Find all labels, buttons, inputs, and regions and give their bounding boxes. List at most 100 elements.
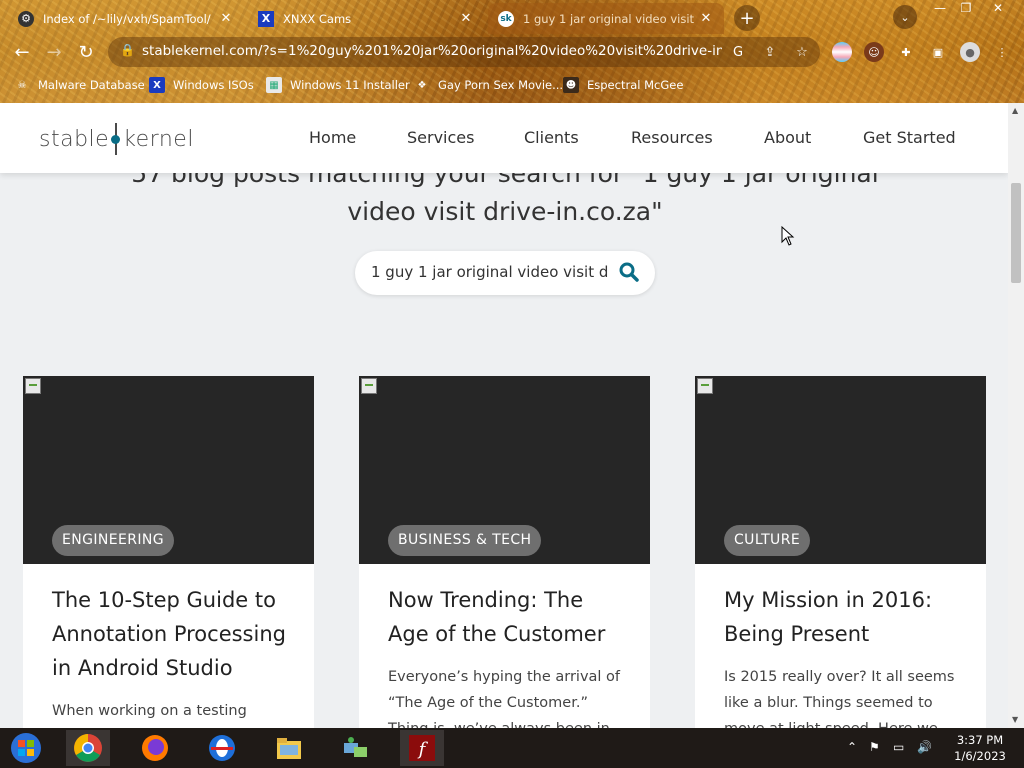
close-icon[interactable]: ✕ xyxy=(218,11,234,26)
skull-icon: ☠ xyxy=(17,79,27,91)
scrollbar-thumb[interactable] xyxy=(1011,183,1021,283)
arrow-right-icon: → xyxy=(46,41,62,63)
card-title[interactable]: My Mission in 2016: Being Present xyxy=(724,583,964,651)
search-input[interactable]: 1 guy 1 jar original video visit drive-i… xyxy=(371,263,609,281)
nav-about[interactable]: About xyxy=(764,128,811,147)
card-excerpt: When working on a testing library xyxy=(52,703,247,719)
card-title[interactable]: The 10-Step Guide to Annotation Processi… xyxy=(52,583,292,685)
tab-spamtool[interactable]: ⚙ Index of /~lily/vxh/SpamTool/ ✕ xyxy=(8,3,244,34)
card-title[interactable]: Now Trending: The Age of the Customer xyxy=(388,583,628,651)
nav-get-started[interactable]: Get Started xyxy=(863,128,956,147)
clock-date: 1/6/2023 xyxy=(954,749,1006,763)
close-window-button[interactable]: ✕ xyxy=(984,0,1012,18)
tab-title: 1 guy 1 jar original video visit drive-i… xyxy=(523,11,698,26)
star-icon[interactable]: ☆ xyxy=(792,42,812,62)
reload-icon: ↻ xyxy=(78,41,94,63)
card-excerpt: Everyone’s hyping the arrival of “The Ag… xyxy=(388,669,621,728)
bookmark-windows-isos[interactable]: X Windows ISOs xyxy=(149,76,254,94)
avatar-icon: ☻ xyxy=(563,77,579,93)
forward-button[interactable]: → xyxy=(42,40,66,64)
x-icon: X xyxy=(258,10,274,27)
start-button[interactable] xyxy=(4,730,48,766)
flag-icon[interactable]: ⚑ xyxy=(869,740,880,754)
taskbar-chrome[interactable] xyxy=(66,730,110,766)
logo-left-text: stable xyxy=(39,126,110,152)
scroll-up-icon[interactable]: ▲ xyxy=(1012,106,1018,115)
close-icon[interactable]: ✕ xyxy=(458,11,474,26)
stablekernel-logo[interactable]: stable kernel xyxy=(39,123,194,155)
clock-time: 3:37 PM xyxy=(956,733,1004,747)
tab-search-button[interactable]: ⌄ xyxy=(893,5,917,29)
extension-avatar-icon[interactable]: ☺ xyxy=(864,42,884,62)
firefox-icon xyxy=(142,735,168,761)
taskbar-flash[interactable]: f xyxy=(400,730,444,766)
nav-services[interactable]: Services xyxy=(407,128,474,147)
page-scrollbar[interactable]: ▲ ▼ xyxy=(1008,103,1024,728)
taskbar-network-app[interactable] xyxy=(333,730,377,766)
blog-card[interactable]: CULTURE My Mission in 2016: Being Presen… xyxy=(695,376,986,728)
nav-resources[interactable]: Resources xyxy=(631,128,713,147)
google-icon[interactable]: G xyxy=(728,42,748,62)
restore-button[interactable]: ❐ xyxy=(952,0,980,18)
nav-home[interactable]: Home xyxy=(309,128,356,147)
bookmark-gay-porn-sex-movie[interactable]: ❖ Gay Porn Sex Movie... xyxy=(414,76,564,94)
site-header: stable kernel Home Services Clients Reso… xyxy=(0,103,1008,173)
bookmark-label: Espectral McGee xyxy=(587,78,684,92)
bookmark-windows-11-installer[interactable]: ▦ Windows 11 Installer xyxy=(266,76,410,94)
taskbar-file-explorer[interactable] xyxy=(267,730,311,766)
scroll-down-icon[interactable]: ▼ xyxy=(1012,715,1018,724)
tab-stablekernel[interactable]: sk 1 guy 1 jar original video visit driv… xyxy=(488,3,724,34)
network-app-icon xyxy=(344,737,367,757)
close-icon[interactable]: ✕ xyxy=(698,11,714,26)
generic-site-icon: ❖ xyxy=(417,79,427,91)
share-icon[interactable]: ⇪ xyxy=(760,42,780,62)
bookmark-label: Gay Porn Sex Movie... xyxy=(438,78,564,92)
tab-xnxx[interactable]: X XNXX Cams ✕ xyxy=(248,3,484,34)
bookmark-label: Windows 11 Installer xyxy=(290,78,410,92)
minimize-button[interactable]: — xyxy=(926,0,954,18)
logo-mark-icon xyxy=(111,123,121,155)
category-badge[interactable]: CULTURE xyxy=(724,525,811,556)
blog-card[interactable]: BUSINESS & TECH Now Trending: The Age of… xyxy=(359,376,650,728)
tab-title: XNXX Cams xyxy=(283,11,352,26)
card-excerpt: Is 2015 really over? It all seems like a… xyxy=(724,669,955,728)
category-badge[interactable]: ENGINEERING xyxy=(52,525,175,556)
browser-chrome: ⚙ Index of /~lily/vxh/SpamTool/ ✕ X XNXX… xyxy=(0,0,1024,103)
web-page: stable kernel Home Services Clients Reso… xyxy=(0,103,1008,728)
browser-toolbar: ← → ↻ 🔒 stablekernel.com/?s=1%20guy%201%… xyxy=(0,34,1024,70)
bookmarks-bar: ☠ Malware Database X Windows ISOs ▦ Wind… xyxy=(0,72,1024,98)
flash-icon: f xyxy=(409,735,435,761)
chevron-down-icon: ⌄ xyxy=(900,10,910,24)
search-box[interactable]: 1 guy 1 jar original video visit drive-i… xyxy=(355,251,655,295)
category-badge[interactable]: BUSINESS & TECH xyxy=(388,525,542,556)
chrome-icon xyxy=(74,734,102,762)
x-icon: X xyxy=(149,77,165,93)
nav-clients[interactable]: Clients xyxy=(524,128,579,147)
bookmark-label: Malware Database xyxy=(38,78,145,92)
tab-strip: ⚙ Index of /~lily/vxh/SpamTool/ ✕ X XNXX… xyxy=(0,0,1024,34)
blog-card[interactable]: ENGINEERING The 10-Step Guide to Annotat… xyxy=(23,376,314,728)
extension-flag-icon[interactable] xyxy=(832,42,852,62)
search-icon[interactable] xyxy=(617,260,641,284)
new-tab-button[interactable]: + xyxy=(734,5,760,31)
show-hidden-icons[interactable]: ⌃ xyxy=(847,740,857,754)
profile-icon[interactable]: ● xyxy=(960,42,980,62)
puzzle-icon[interactable]: ✚ xyxy=(896,42,916,62)
arrow-left-icon: ← xyxy=(14,41,30,63)
volume-icon[interactable]: 🔊 xyxy=(917,740,932,754)
broken-image-icon xyxy=(25,378,41,394)
system-clock[interactable]: 3:37 PM 1/6/2023 xyxy=(940,732,1020,764)
bookmark-label: Windows ISOs xyxy=(173,78,254,92)
url-text[interactable]: stablekernel.com/?s=1%20guy%201%20jar%20… xyxy=(142,43,722,59)
tool-icon: ⚙ xyxy=(18,10,34,27)
bookmark-malware-database[interactable]: ☠ Malware Database xyxy=(14,76,145,94)
sidebar-icon[interactable]: ▣ xyxy=(928,42,948,62)
network-icon[interactable]: ▭ xyxy=(893,740,904,754)
bookmark-espectral-mcgee[interactable]: ☻ Espectral McGee xyxy=(563,76,683,94)
back-button[interactable]: ← xyxy=(10,40,34,64)
address-bar[interactable]: 🔒 stablekernel.com/?s=1%20guy%201%20jar%… xyxy=(108,37,820,67)
reload-button[interactable]: ↻ xyxy=(74,40,98,64)
kebab-menu-icon[interactable]: ⋮ xyxy=(992,42,1012,62)
taskbar-firefox[interactable] xyxy=(133,730,177,766)
taskbar-opera[interactable] xyxy=(200,730,244,766)
